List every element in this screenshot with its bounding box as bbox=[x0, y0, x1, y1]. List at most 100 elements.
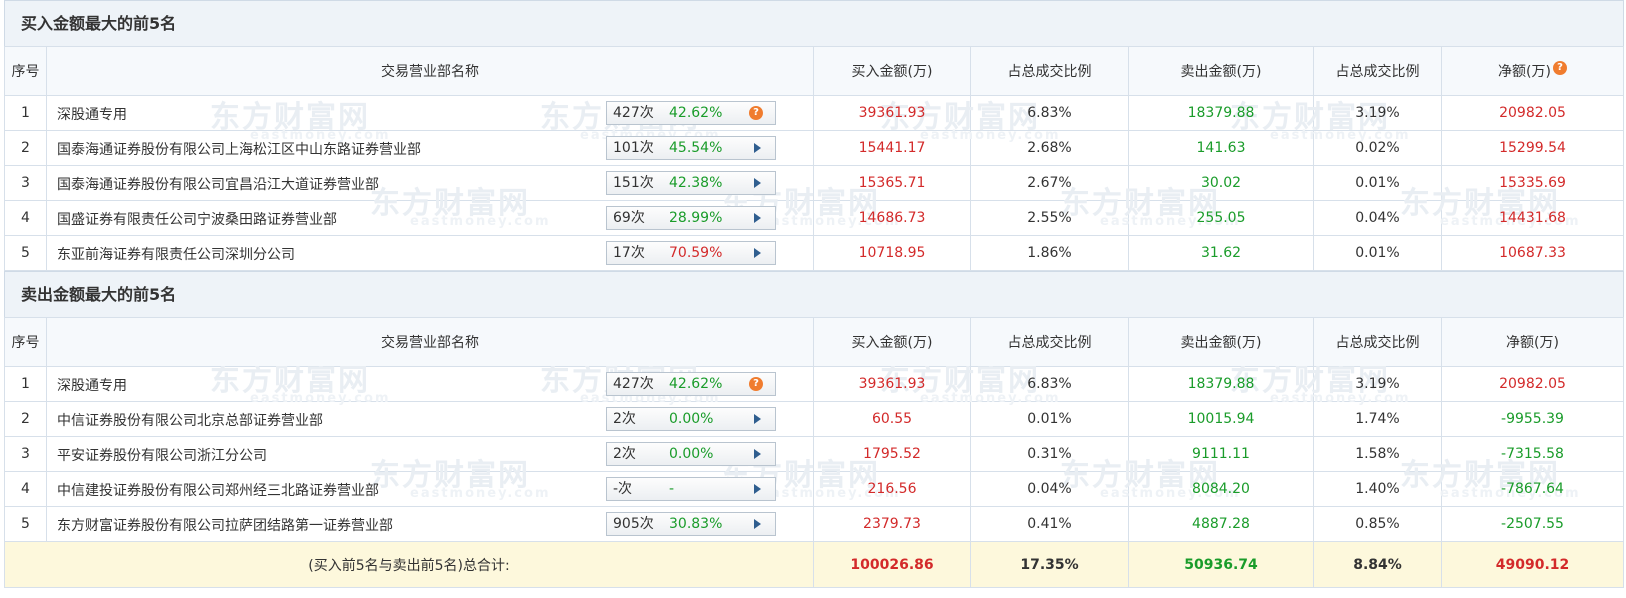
help-icon[interactable]: ? bbox=[1552, 61, 1567, 75]
arrow-right-icon[interactable] bbox=[754, 484, 761, 494]
branch-cell: 中信证券股份有限公司北京总部证券营业部 2次 0.00% bbox=[46, 401, 814, 437]
buy-ratio: 0.01% bbox=[970, 401, 1129, 437]
total-buy: 100026.86 bbox=[813, 541, 971, 588]
sell-ratio: 1.40% bbox=[1313, 471, 1442, 507]
sell-amount: 18379.88 bbox=[1128, 95, 1314, 131]
header-sell-amount: 卖出金额(万) bbox=[1128, 317, 1314, 367]
win-rate: 42.62% bbox=[669, 105, 723, 121]
branch-name[interactable]: 国泰海通证券股份有限公司上海松江区中山东路证券营业部 bbox=[57, 139, 421, 159]
branch-stats-button[interactable]: 427次 42.62%? bbox=[606, 372, 776, 396]
branch-stats-button[interactable]: 2次 0.00% bbox=[606, 442, 776, 466]
trade-count: 427次 bbox=[613, 376, 654, 392]
trade-count: 151次 bbox=[613, 175, 654, 191]
sell-section-title: 卖出金额最大的前5名 bbox=[4, 271, 1624, 317]
branch-name[interactable]: 中信证券股份有限公司北京总部证券营业部 bbox=[57, 410, 323, 430]
row-no: 3 bbox=[4, 165, 47, 201]
row-no: 4 bbox=[4, 471, 47, 507]
branch-name[interactable]: 东亚前海证券有限责任公司深圳分公司 bbox=[57, 244, 295, 264]
table-row: 5 东亚前海证券有限责任公司深圳分公司 17次 70.59% 10718.95 1.86%… bbox=[4, 235, 1624, 271]
trade-count: 2次 bbox=[613, 411, 636, 427]
buy-table: 序号 交易营业部名称 买入金额(万) 占总成交比例 卖出金额(万) 占总成交比例… bbox=[4, 46, 1624, 271]
header-net-amount: 净额(万)? bbox=[1441, 46, 1624, 96]
branch-stats-button[interactable]: 427次 42.62%? bbox=[606, 101, 776, 125]
sell-ratio: 0.04% bbox=[1313, 200, 1442, 236]
sell-ratio: 0.85% bbox=[1313, 506, 1442, 542]
net-amount: -7867.64 bbox=[1441, 471, 1624, 507]
branch-name[interactable]: 国盛证券有限责任公司宁波桑田路证券营业部 bbox=[57, 209, 337, 229]
branch-stats-button[interactable]: 151次 42.38% bbox=[606, 171, 776, 195]
buy-ratio: 6.83% bbox=[970, 95, 1129, 131]
arrow-right-icon[interactable] bbox=[754, 143, 761, 153]
win-rate: 45.54% bbox=[669, 140, 723, 156]
row-no: 3 bbox=[4, 436, 47, 472]
header-net-label: 净额(万) bbox=[1498, 64, 1551, 80]
header-sell-ratio: 占总成交比例 bbox=[1313, 46, 1442, 96]
header-buy-amount: 买入金额(万) bbox=[813, 317, 971, 367]
row-no: 5 bbox=[4, 506, 47, 542]
row-no: 2 bbox=[4, 401, 47, 437]
row-no: 1 bbox=[4, 95, 47, 131]
branch-stats-button[interactable]: 17次 70.59% bbox=[606, 241, 776, 265]
header-no: 序号 bbox=[4, 317, 47, 367]
branch-name[interactable]: 中信建投证券股份有限公司郑州经三北路证券营业部 bbox=[57, 480, 379, 500]
buy-table-header: 序号 交易营业部名称 买入金额(万) 占总成交比例 卖出金额(万) 占总成交比例… bbox=[4, 46, 1624, 96]
question-icon[interactable]: ? bbox=[749, 106, 763, 120]
arrow-right-icon[interactable] bbox=[754, 449, 761, 459]
buy-amount: 10718.95 bbox=[813, 235, 971, 271]
branch-name[interactable]: 深股通专用 bbox=[57, 375, 127, 395]
buy-ratio: 2.67% bbox=[970, 165, 1129, 201]
sell-ratio: 1.58% bbox=[1313, 436, 1442, 472]
sell-amount: 141.63 bbox=[1128, 130, 1314, 166]
header-branch-name: 交易营业部名称 bbox=[46, 46, 814, 96]
win-rate: 28.99% bbox=[669, 210, 723, 226]
arrow-right-icon[interactable] bbox=[754, 248, 761, 258]
branch-name[interactable]: 东方财富证券股份有限公司拉萨团结路第一证券营业部 bbox=[57, 515, 393, 535]
sell-table-header: 序号 交易营业部名称 买入金额(万) 占总成交比例 卖出金额(万) 占总成交比例… bbox=[4, 317, 1624, 367]
branch-stats-button[interactable]: 2次 0.00% bbox=[606, 407, 776, 431]
win-rate: 42.38% bbox=[669, 175, 723, 191]
buy-ratio: 1.86% bbox=[970, 235, 1129, 271]
branch-name[interactable]: 国泰海通证券股份有限公司宜昌沿江大道证券营业部 bbox=[57, 174, 379, 194]
branch-cell: 平安证券股份有限公司浙江分公司 2次 0.00% bbox=[46, 436, 814, 472]
win-rate: 0.00% bbox=[669, 446, 714, 462]
table-row: 5 东方财富证券股份有限公司拉萨团结路第一证券营业部 905次 30.83% 2379.… bbox=[4, 506, 1624, 542]
arrow-right-icon[interactable] bbox=[754, 414, 761, 424]
branch-stats-button[interactable]: -次 - bbox=[606, 477, 776, 501]
header-buy-ratio: 占总成交比例 bbox=[970, 46, 1129, 96]
total-sell: 50936.74 bbox=[1128, 541, 1314, 588]
buy-ratio: 0.04% bbox=[970, 471, 1129, 507]
branch-cell: 东方财富证券股份有限公司拉萨团结路第一证券营业部 905次 30.83% bbox=[46, 506, 814, 542]
row-no: 4 bbox=[4, 200, 47, 236]
sell-amount: 4887.28 bbox=[1128, 506, 1314, 542]
buy-amount: 15441.17 bbox=[813, 130, 971, 166]
table-row: 1 深股通专用 427次 42.62%? 39361.93 6.83% 18379.88 3.… bbox=[4, 95, 1624, 131]
trade-count: 69次 bbox=[613, 210, 645, 226]
header-buy-ratio: 占总成交比例 bbox=[970, 317, 1129, 367]
table-row: 4 中信建投证券股份有限公司郑州经三北路证券营业部 -次 - 216.56 0.04% 80… bbox=[4, 471, 1624, 507]
table-row: 2 国泰海通证券股份有限公司上海松江区中山东路证券营业部 101次 45.54% 154… bbox=[4, 130, 1624, 166]
buy-ratio: 2.55% bbox=[970, 200, 1129, 236]
arrow-right-icon[interactable] bbox=[754, 519, 761, 529]
buy-amount: 60.55 bbox=[813, 401, 971, 437]
table-row: 3 国泰海通证券股份有限公司宜昌沿江大道证券营业部 151次 42.38% 15365.… bbox=[4, 165, 1624, 201]
arrow-right-icon[interactable] bbox=[754, 213, 761, 223]
branch-stats-button[interactable]: 905次 30.83% bbox=[606, 512, 776, 536]
arrow-right-icon[interactable] bbox=[754, 178, 761, 188]
sell-amount: 31.62 bbox=[1128, 235, 1314, 271]
sell-table: 序号 交易营业部名称 买入金额(万) 占总成交比例 卖出金额(万) 占总成交比例… bbox=[4, 317, 1624, 588]
header-net-amount: 净额(万) bbox=[1441, 317, 1624, 367]
question-icon[interactable]: ? bbox=[749, 377, 763, 391]
branch-cell: 国泰海通证券股份有限公司宜昌沿江大道证券营业部 151次 42.38% bbox=[46, 165, 814, 201]
branch-stats-button[interactable]: 69次 28.99% bbox=[606, 206, 776, 230]
branch-cell: 中信建投证券股份有限公司郑州经三北路证券营业部 -次 - bbox=[46, 471, 814, 507]
net-amount: 20982.05 bbox=[1441, 95, 1624, 131]
branch-name[interactable]: 平安证券股份有限公司浙江分公司 bbox=[57, 445, 267, 465]
net-amount: -2507.55 bbox=[1441, 506, 1624, 542]
branch-name[interactable]: 深股通专用 bbox=[57, 104, 127, 124]
sell-ratio: 0.01% bbox=[1313, 235, 1442, 271]
branch-stats-button[interactable]: 101次 45.54% bbox=[606, 136, 776, 160]
total-label: (买入前5名与卖出前5名)总合计: bbox=[4, 541, 814, 588]
table-row: 2 中信证券股份有限公司北京总部证券营业部 2次 0.00% 60.55 0.01% 100… bbox=[4, 401, 1624, 437]
total-sell-ratio: 8.84% bbox=[1313, 541, 1442, 588]
buy-amount: 15365.71 bbox=[813, 165, 971, 201]
